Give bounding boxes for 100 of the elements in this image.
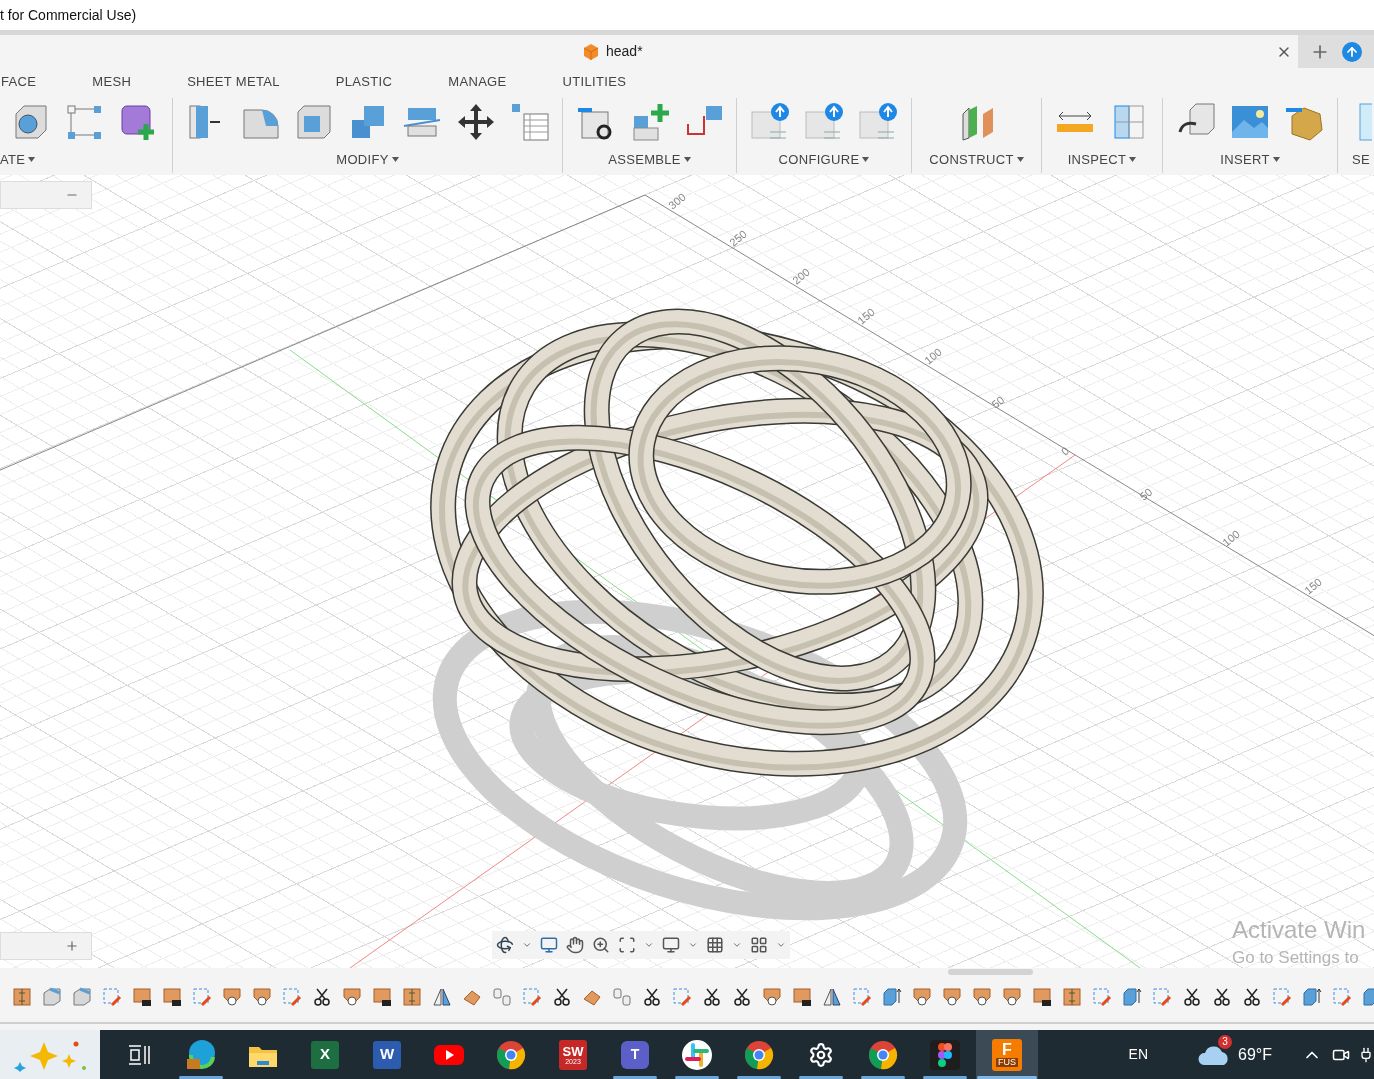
scissors-feature-icon[interactable] [702,987,722,1007]
move-feature-icon[interactable] [132,987,152,1007]
toolbar-group-menu[interactable]: SE [1338,150,1370,170]
fillet-feature-icon[interactable] [222,987,242,1007]
look-at-icon[interactable] [540,936,558,954]
ruler-label: 300 [665,189,689,214]
sketch-feature-icon[interactable] [1092,987,1112,1007]
sketch-feature-icon[interactable] [102,987,122,1007]
fit-icon[interactable] [618,936,636,954]
toolbar-group-menu[interactable]: MODIFY [336,150,399,170]
language-indicator[interactable]: EN [1128,1044,1149,1065]
caret-icon[interactable] [776,940,786,950]
table-icon[interactable] [509,102,550,142]
body-feature-icon[interactable] [42,987,62,1007]
activation-title: Activate Win [1232,915,1366,945]
sketch-points-icon[interactable] [64,102,104,142]
move-feature-icon[interactable] [792,987,812,1007]
scissors-feature-icon[interactable] [1242,987,1262,1007]
ruler-label: 250 [726,226,750,251]
cloud-icon[interactable] [1198,1044,1231,1065]
scissors-feature-icon[interactable] [1212,987,1232,1007]
toolbar-group-menu[interactable]: ATE [0,150,36,170]
power-icon[interactable] [1358,1046,1374,1063]
split-feature-icon[interactable] [402,987,422,1007]
taskbar-app[interactable]: X [294,1030,356,1079]
sketch-feature-icon[interactable] [1152,987,1172,1007]
split-feature-icon[interactable] [1062,987,1082,1007]
running-indicator [179,1076,223,1079]
ruler-label: 50 [1136,484,1156,505]
toolbar-group-menu[interactable]: CONFIGURE [778,150,870,170]
scissors-feature-icon[interactable] [312,987,332,1007]
link-feature-icon[interactable] [492,987,512,1007]
fillet-feature-icon[interactable] [942,987,962,1007]
pan-icon[interactable] [566,936,584,954]
ruler-label: 150 [1301,574,1325,599]
running-indicator [799,1076,843,1079]
ribbon-tab[interactable]: FACE [1,70,37,94]
toolbar-group-menu[interactable]: ASSEMBLE [608,150,691,170]
toolbar-group-menu[interactable]: INSERT [1220,150,1280,170]
sketch-feature-icon[interactable] [1332,987,1352,1007]
fillet-feature-icon[interactable] [762,987,782,1007]
link-feature-icon[interactable] [612,987,632,1007]
running-indicator [737,1076,781,1079]
fillet-feature-icon[interactable] [252,987,272,1007]
mirror-feature-icon[interactable] [822,987,842,1007]
toolbar-group-menu[interactable]: CONSTRUCT [929,150,1024,170]
ribbon-tab[interactable]: PLASTIC [335,70,393,94]
taskbar-app[interactable]: T [604,1030,666,1079]
split-feature-icon[interactable] [12,987,32,1007]
scissors-feature-icon[interactable] [552,987,572,1007]
hash-logo-icon [681,1038,713,1071]
sketch-feature-icon[interactable] [522,987,542,1007]
extrude-feature-icon[interactable] [1302,987,1322,1007]
caret-icon[interactable] [688,940,698,950]
sketch-feature-icon[interactable] [192,987,212,1007]
taskbar-app[interactable]: F FUS [976,1030,1038,1079]
fillet-feature-icon[interactable] [342,987,362,1007]
mirror-feature-icon[interactable] [432,987,452,1007]
zoom-icon[interactable] [592,936,610,954]
body-feature-icon[interactable] [72,987,92,1007]
scissors-feature-icon[interactable] [642,987,662,1007]
orbit-icon[interactable] [496,936,514,954]
extrude-feature-icon[interactable] [882,987,902,1007]
caret-icon[interactable] [644,940,654,950]
fillet-feature-icon[interactable] [972,987,992,1007]
ribbon-tab[interactable]: SHEET METAL [187,70,280,94]
move-feature-icon[interactable] [162,987,182,1007]
viewports-icon[interactable] [750,936,768,954]
sketch-feature-icon[interactable] [282,987,302,1007]
fillet-feature-icon[interactable] [1002,987,1022,1007]
upload-icon[interactable] [1342,41,1362,62]
settings-icon [808,1041,834,1068]
cube-icon [582,42,600,61]
caret-icon[interactable] [522,940,532,950]
sketch-feature-icon[interactable] [672,987,692,1007]
ribbon-tab[interactable]: MESH [92,70,132,94]
display-icon[interactable] [662,936,680,954]
timeline-scrollbar[interactable] [948,969,1033,975]
ruler-label: 200 [789,264,813,289]
sketch-feature-icon[interactable] [852,987,872,1007]
fillet-feature-icon[interactable] [912,987,932,1007]
caret-icon [1272,157,1280,163]
move-feature-icon[interactable] [372,987,392,1007]
ruler-label: 50 [988,392,1008,413]
grid-icon[interactable] [706,936,724,954]
scissors-feature-icon[interactable] [732,987,752,1007]
running-indicator [613,1076,657,1079]
document-app-icon: W [373,1040,401,1069]
configure-icon[interactable] [750,102,790,142]
scissors-feature-icon[interactable] [1182,987,1202,1007]
caret-icon[interactable] [732,940,742,950]
configure-icon[interactable] [858,102,898,142]
move-feature-icon[interactable] [1032,987,1052,1007]
ribbon-tab[interactable]: MANAGE [448,70,507,94]
ribbon-tab[interactable]: UTILITIES [562,70,627,94]
extrude-feature-icon[interactable] [1122,987,1142,1007]
taskbar-app[interactable]: W [356,1030,418,1079]
sketch-feature-icon[interactable] [1272,987,1292,1007]
toolbar-group-menu[interactable]: INSPECT [1067,150,1137,170]
configure-icon[interactable] [804,102,844,142]
